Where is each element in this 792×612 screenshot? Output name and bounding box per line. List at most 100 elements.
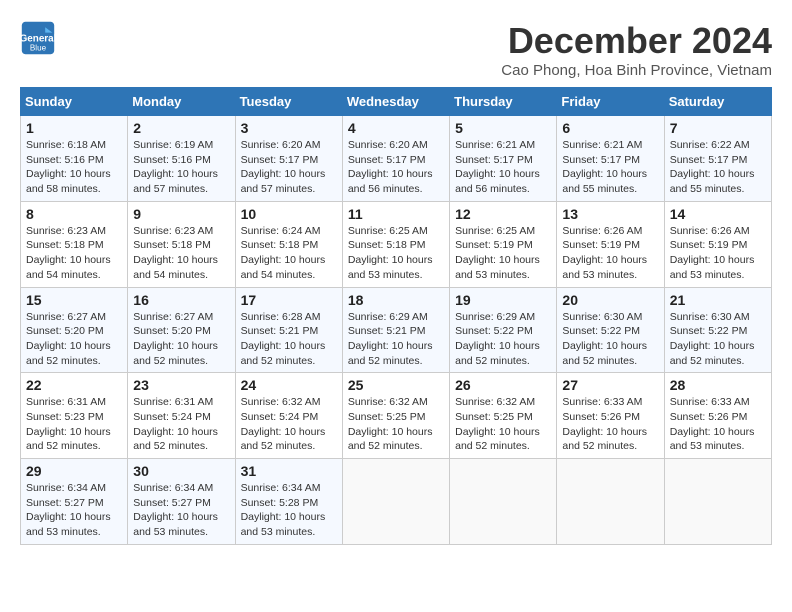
calendar-week-2: 8 Sunrise: 6:23 AMSunset: 5:18 PMDayligh… — [21, 201, 772, 287]
day-number: 10 — [241, 206, 337, 222]
day-info: Sunrise: 6:33 AMSunset: 5:26 PMDaylight:… — [670, 396, 755, 452]
day-info: Sunrise: 6:21 AMSunset: 5:17 PMDaylight:… — [455, 139, 540, 195]
day-info: Sunrise: 6:32 AMSunset: 5:25 PMDaylight:… — [348, 396, 433, 452]
day-number: 17 — [241, 292, 337, 308]
day-info: Sunrise: 6:32 AMSunset: 5:25 PMDaylight:… — [455, 396, 540, 452]
day-number: 28 — [670, 377, 766, 393]
day-number: 25 — [348, 377, 444, 393]
day-info: Sunrise: 6:21 AMSunset: 5:17 PMDaylight:… — [562, 139, 647, 195]
day-info: Sunrise: 6:23 AMSunset: 5:18 PMDaylight:… — [26, 225, 111, 281]
day-number: 2 — [133, 120, 229, 136]
calendar-cell: 7 Sunrise: 6:22 AMSunset: 5:17 PMDayligh… — [664, 116, 771, 202]
day-number: 29 — [26, 463, 122, 479]
day-number: 31 — [241, 463, 337, 479]
day-number: 11 — [348, 206, 444, 222]
calendar-cell: 1 Sunrise: 6:18 AMSunset: 5:16 PMDayligh… — [21, 116, 128, 202]
calendar-week-5: 29 Sunrise: 6:34 AMSunset: 5:27 PMDaylig… — [21, 459, 772, 545]
day-info: Sunrise: 6:31 AMSunset: 5:24 PMDaylight:… — [133, 396, 218, 452]
day-number: 26 — [455, 377, 551, 393]
calendar-cell: 17 Sunrise: 6:28 AMSunset: 5:21 PMDaylig… — [235, 287, 342, 373]
calendar-cell: 3 Sunrise: 6:20 AMSunset: 5:17 PMDayligh… — [235, 116, 342, 202]
calendar-week-3: 15 Sunrise: 6:27 AMSunset: 5:20 PMDaylig… — [21, 287, 772, 373]
location-title: Cao Phong, Hoa Binh Province, Vietnam — [501, 62, 772, 79]
calendar-cell: 11 Sunrise: 6:25 AMSunset: 5:18 PMDaylig… — [342, 201, 449, 287]
calendar-week-1: 1 Sunrise: 6:18 AMSunset: 5:16 PMDayligh… — [21, 116, 772, 202]
weekday-saturday: Saturday — [664, 88, 771, 116]
calendar-cell: 5 Sunrise: 6:21 AMSunset: 5:17 PMDayligh… — [450, 116, 557, 202]
day-number: 15 — [26, 292, 122, 308]
calendar-cell: 4 Sunrise: 6:20 AMSunset: 5:17 PMDayligh… — [342, 116, 449, 202]
day-info: Sunrise: 6:28 AMSunset: 5:21 PMDaylight:… — [241, 311, 326, 367]
day-info: Sunrise: 6:23 AMSunset: 5:18 PMDaylight:… — [133, 225, 218, 281]
calendar-cell: 2 Sunrise: 6:19 AMSunset: 5:16 PMDayligh… — [128, 116, 235, 202]
calendar-cell: 22 Sunrise: 6:31 AMSunset: 5:23 PMDaylig… — [21, 373, 128, 459]
calendar-cell: 10 Sunrise: 6:24 AMSunset: 5:18 PMDaylig… — [235, 201, 342, 287]
calendar-cell: 20 Sunrise: 6:30 AMSunset: 5:22 PMDaylig… — [557, 287, 664, 373]
calendar-cell: 18 Sunrise: 6:29 AMSunset: 5:21 PMDaylig… — [342, 287, 449, 373]
calendar-cell — [664, 459, 771, 545]
day-number: 23 — [133, 377, 229, 393]
calendar-body: 1 Sunrise: 6:18 AMSunset: 5:16 PMDayligh… — [21, 116, 772, 545]
day-info: Sunrise: 6:34 AMSunset: 5:27 PMDaylight:… — [26, 482, 111, 538]
day-number: 14 — [670, 206, 766, 222]
day-info: Sunrise: 6:27 AMSunset: 5:20 PMDaylight:… — [26, 311, 111, 367]
calendar-cell: 25 Sunrise: 6:32 AMSunset: 5:25 PMDaylig… — [342, 373, 449, 459]
day-info: Sunrise: 6:25 AMSunset: 5:18 PMDaylight:… — [348, 225, 433, 281]
weekday-thursday: Thursday — [450, 88, 557, 116]
day-number: 5 — [455, 120, 551, 136]
day-number: 9 — [133, 206, 229, 222]
calendar-cell: 30 Sunrise: 6:34 AMSunset: 5:27 PMDaylig… — [128, 459, 235, 545]
weekday-header-row: SundayMondayTuesdayWednesdayThursdayFrid… — [21, 88, 772, 116]
title-area: December 2024 Cao Phong, Hoa Binh Provin… — [501, 20, 772, 79]
calendar-cell: 6 Sunrise: 6:21 AMSunset: 5:17 PMDayligh… — [557, 116, 664, 202]
calendar-cell: 13 Sunrise: 6:26 AMSunset: 5:19 PMDaylig… — [557, 201, 664, 287]
logo-icon: General Blue — [20, 20, 56, 56]
day-info: Sunrise: 6:26 AMSunset: 5:19 PMDaylight:… — [670, 225, 755, 281]
day-info: Sunrise: 6:30 AMSunset: 5:22 PMDaylight:… — [670, 311, 755, 367]
day-info: Sunrise: 6:34 AMSunset: 5:28 PMDaylight:… — [241, 482, 326, 538]
calendar-cell: 31 Sunrise: 6:34 AMSunset: 5:28 PMDaylig… — [235, 459, 342, 545]
day-number: 19 — [455, 292, 551, 308]
weekday-monday: Monday — [128, 88, 235, 116]
calendar-cell: 23 Sunrise: 6:31 AMSunset: 5:24 PMDaylig… — [128, 373, 235, 459]
calendar-cell: 19 Sunrise: 6:29 AMSunset: 5:22 PMDaylig… — [450, 287, 557, 373]
calendar-cell: 8 Sunrise: 6:23 AMSunset: 5:18 PMDayligh… — [21, 201, 128, 287]
calendar-cell: 28 Sunrise: 6:33 AMSunset: 5:26 PMDaylig… — [664, 373, 771, 459]
day-info: Sunrise: 6:33 AMSunset: 5:26 PMDaylight:… — [562, 396, 647, 452]
day-info: Sunrise: 6:25 AMSunset: 5:19 PMDaylight:… — [455, 225, 540, 281]
calendar-cell: 12 Sunrise: 6:25 AMSunset: 5:19 PMDaylig… — [450, 201, 557, 287]
day-number: 12 — [455, 206, 551, 222]
day-info: Sunrise: 6:26 AMSunset: 5:19 PMDaylight:… — [562, 225, 647, 281]
page-header: General Blue December 2024 Cao Phong, Ho… — [20, 20, 772, 79]
day-number: 21 — [670, 292, 766, 308]
day-number: 18 — [348, 292, 444, 308]
day-number: 20 — [562, 292, 658, 308]
calendar-week-4: 22 Sunrise: 6:31 AMSunset: 5:23 PMDaylig… — [21, 373, 772, 459]
day-info: Sunrise: 6:34 AMSunset: 5:27 PMDaylight:… — [133, 482, 218, 538]
calendar-cell: 9 Sunrise: 6:23 AMSunset: 5:18 PMDayligh… — [128, 201, 235, 287]
logo: General Blue — [20, 20, 56, 56]
svg-text:Blue: Blue — [30, 44, 47, 53]
weekday-friday: Friday — [557, 88, 664, 116]
day-number: 4 — [348, 120, 444, 136]
day-number: 3 — [241, 120, 337, 136]
calendar-table: SundayMondayTuesdayWednesdayThursdayFrid… — [20, 87, 772, 545]
day-number: 24 — [241, 377, 337, 393]
day-number: 13 — [562, 206, 658, 222]
day-info: Sunrise: 6:31 AMSunset: 5:23 PMDaylight:… — [26, 396, 111, 452]
day-number: 7 — [670, 120, 766, 136]
calendar-cell: 21 Sunrise: 6:30 AMSunset: 5:22 PMDaylig… — [664, 287, 771, 373]
weekday-sunday: Sunday — [21, 88, 128, 116]
day-number: 16 — [133, 292, 229, 308]
day-info: Sunrise: 6:30 AMSunset: 5:22 PMDaylight:… — [562, 311, 647, 367]
day-info: Sunrise: 6:20 AMSunset: 5:17 PMDaylight:… — [348, 139, 433, 195]
day-info: Sunrise: 6:19 AMSunset: 5:16 PMDaylight:… — [133, 139, 218, 195]
calendar-cell: 14 Sunrise: 6:26 AMSunset: 5:19 PMDaylig… — [664, 201, 771, 287]
day-info: Sunrise: 6:20 AMSunset: 5:17 PMDaylight:… — [241, 139, 326, 195]
day-number: 30 — [133, 463, 229, 479]
day-info: Sunrise: 6:18 AMSunset: 5:16 PMDaylight:… — [26, 139, 111, 195]
day-number: 8 — [26, 206, 122, 222]
calendar-cell — [342, 459, 449, 545]
calendar-cell: 15 Sunrise: 6:27 AMSunset: 5:20 PMDaylig… — [21, 287, 128, 373]
calendar-cell: 29 Sunrise: 6:34 AMSunset: 5:27 PMDaylig… — [21, 459, 128, 545]
